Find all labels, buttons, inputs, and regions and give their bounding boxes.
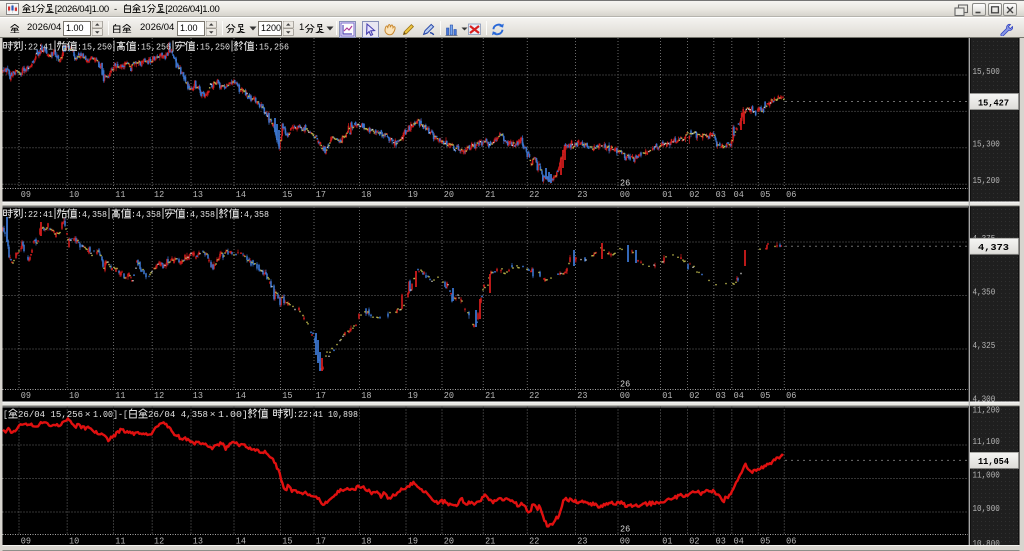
svg-text::4,358: :4,358 — [239, 209, 269, 220]
svg-text:14: 14 — [236, 189, 247, 200]
svg-text:21: 21 — [485, 390, 496, 401]
svg-text:20: 20 — [444, 189, 454, 200]
svg-text:4,373: 4,373 — [978, 242, 1009, 253]
svg-text:17: 17 — [316, 189, 326, 200]
svg-text:15: 15 — [282, 390, 292, 401]
svg-text:21: 21 — [485, 535, 496, 546]
svg-text:15: 15 — [282, 189, 292, 200]
svg-text:05: 05 — [760, 189, 770, 200]
svg-text:01: 01 — [662, 390, 673, 401]
svg-text:04: 04 — [734, 535, 745, 546]
svg-text:22: 22 — [529, 189, 539, 200]
svg-text:18: 18 — [361, 390, 371, 401]
svg-text:04: 04 — [734, 390, 745, 401]
svg-text:06: 06 — [786, 390, 796, 401]
svg-text:09: 09 — [21, 535, 31, 546]
svg-text:10: 10 — [69, 535, 79, 546]
svg-text::4,358: :4,358 — [77, 209, 107, 220]
svg-text::22:41: :22:41 — [23, 41, 53, 52]
svg-text::15,256: :15,256 — [136, 41, 171, 52]
svg-text:02: 02 — [689, 535, 699, 546]
svg-text::22:41: :22:41 — [23, 209, 53, 220]
svg-text:19: 19 — [408, 390, 418, 401]
svg-text:21: 21 — [485, 189, 496, 200]
svg-text:1.00]: 1.00] — [218, 409, 248, 420]
svg-text:14: 14 — [236, 535, 247, 546]
svg-text:11: 11 — [115, 189, 126, 200]
svg-text:03: 03 — [716, 535, 726, 546]
svg-text:09: 09 — [21, 390, 31, 401]
svg-text:11,100: 11,100 — [973, 437, 1000, 447]
svg-text:18: 18 — [361, 535, 371, 546]
svg-text:11: 11 — [115, 535, 126, 546]
svg-text:11,000: 11,000 — [973, 470, 1000, 480]
svg-text:11: 11 — [115, 390, 126, 401]
svg-text:15,500: 15,500 — [973, 67, 1000, 77]
svg-text:01: 01 — [662, 535, 673, 546]
svg-text:02: 02 — [689, 390, 699, 401]
svg-text:[: [ — [3, 409, 8, 420]
svg-text:09: 09 — [21, 189, 31, 200]
svg-text:11,054: 11,054 — [978, 456, 1009, 467]
svg-text:12: 12 — [154, 189, 164, 200]
svg-text:×: × — [85, 409, 91, 420]
svg-text:15,200: 15,200 — [973, 176, 1000, 186]
svg-text:10: 10 — [69, 189, 79, 200]
svg-text:11,200: 11,200 — [973, 406, 1000, 416]
svg-text:04: 04 — [734, 189, 745, 200]
svg-text:26/04 15,256: 26/04 15,256 — [18, 409, 83, 420]
svg-text:10,900: 10,900 — [973, 504, 1000, 514]
svg-text:02: 02 — [689, 189, 699, 200]
svg-text::4,358: :4,358 — [185, 209, 215, 220]
svg-text:13: 13 — [193, 390, 203, 401]
svg-text:13: 13 — [193, 189, 203, 200]
svg-text:15,427: 15,427 — [978, 97, 1009, 108]
svg-text:18: 18 — [361, 189, 371, 200]
svg-text:10: 10 — [69, 390, 79, 401]
svg-text:05: 05 — [760, 390, 770, 401]
svg-text:4,325: 4,325 — [973, 341, 996, 351]
svg-text:20: 20 — [444, 390, 454, 401]
svg-text:14: 14 — [236, 390, 247, 401]
svg-text:23: 23 — [577, 189, 587, 200]
svg-text::22:41 10,898: :22:41 10,898 — [293, 409, 358, 420]
svg-text:23: 23 — [577, 390, 587, 401]
svg-text:13: 13 — [193, 535, 203, 546]
svg-text:20: 20 — [444, 535, 454, 546]
svg-text::15,256: :15,256 — [254, 41, 289, 52]
svg-text:17: 17 — [316, 390, 326, 401]
svg-text:×: × — [210, 409, 216, 420]
svg-text:03: 03 — [716, 189, 726, 200]
svg-text:03: 03 — [716, 390, 726, 401]
svg-text:00: 00 — [620, 189, 630, 200]
svg-text:4,350: 4,350 — [973, 287, 996, 297]
svg-text:1.00]-[: 1.00]-[ — [93, 409, 128, 420]
svg-text:26: 26 — [620, 524, 630, 535]
svg-text:06: 06 — [786, 535, 796, 546]
svg-text:22: 22 — [529, 390, 539, 401]
svg-text::15,250: :15,250 — [195, 41, 230, 52]
svg-text:17: 17 — [316, 535, 326, 546]
svg-text::15,250: :15,250 — [77, 41, 112, 52]
svg-text:26: 26 — [620, 178, 630, 189]
svg-text:12: 12 — [154, 535, 164, 546]
svg-text:26: 26 — [620, 379, 630, 390]
svg-text:15: 15 — [282, 535, 292, 546]
svg-text:19: 19 — [408, 189, 418, 200]
svg-text::4,358: :4,358 — [131, 209, 161, 220]
svg-text:12: 12 — [154, 390, 164, 401]
svg-text:15,300: 15,300 — [973, 140, 1000, 150]
svg-text:00: 00 — [620, 390, 630, 401]
svg-text:22: 22 — [529, 535, 539, 546]
svg-text:06: 06 — [786, 189, 796, 200]
svg-text:26/04 4,358: 26/04 4,358 — [148, 409, 208, 420]
svg-text:19: 19 — [408, 535, 418, 546]
svg-text:01: 01 — [662, 189, 673, 200]
svg-text:00: 00 — [620, 535, 630, 546]
svg-text:23: 23 — [577, 535, 587, 546]
svg-text:05: 05 — [760, 535, 770, 546]
